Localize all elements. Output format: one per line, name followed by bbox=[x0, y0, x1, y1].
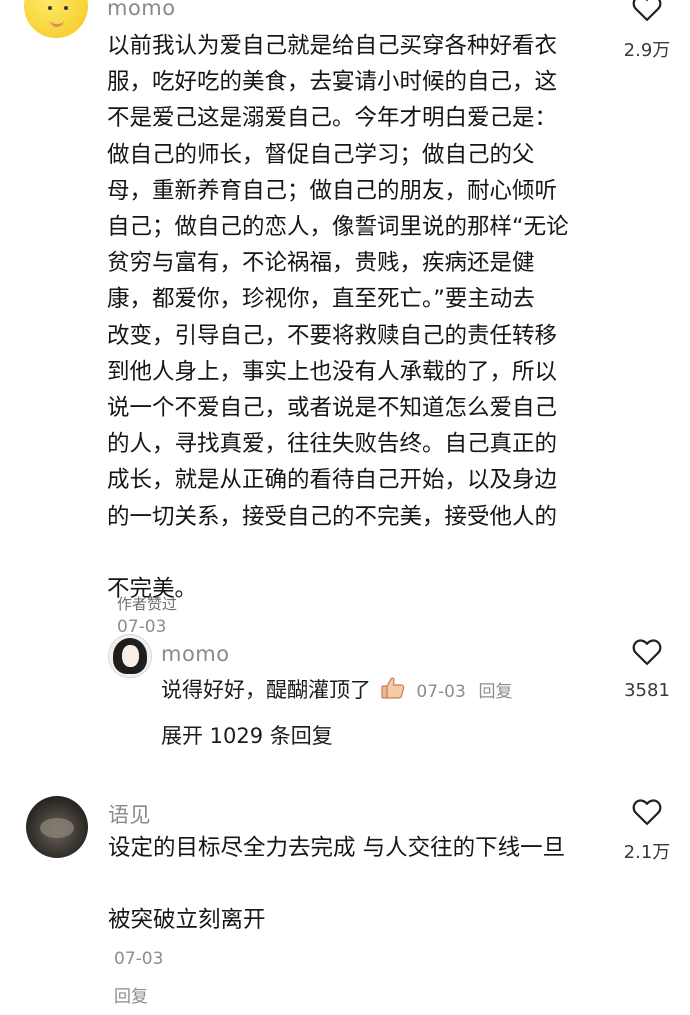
comment-date: 07-03 bbox=[416, 682, 466, 702]
comment-username[interactable]: 语见 bbox=[108, 799, 151, 829]
comment-text: 说得好好，醍醐灌顶了 bbox=[161, 678, 371, 702]
comment-text-last-line: 被突破立刻离开 07-03 回复 bbox=[108, 866, 608, 1015]
comment-text-line: 被突破立刻离开 bbox=[108, 907, 266, 934]
comment-body: 以前我认为爱自己就是给自己买穿各种好看衣 服，吃好吃的美食，去宴请小时候的自己，… bbox=[107, 28, 607, 684]
like-button[interactable] bbox=[624, 638, 670, 670]
comment-text-line: 服，吃好吃的美食，去宴请小时候的自己，这 bbox=[107, 69, 558, 96]
comment-text-line: 改变，引导自己，不要将救赎自己的责任转移 bbox=[107, 322, 558, 349]
comment-text-line: 做自己的师长，督促自己学习；做自己的父 bbox=[107, 141, 535, 168]
author-liked-badge: 作者赞过 bbox=[117, 595, 178, 613]
avatar[interactable] bbox=[24, 0, 88, 38]
avatar[interactable] bbox=[26, 796, 88, 858]
comment-text-line: 以前我认为爱自己就是给自己买穿各种好看衣 bbox=[107, 33, 558, 59]
comment-body: 设定的目标尽全力去完成 与人交往的下线一旦 被突破立刻离开 07-03 回复 bbox=[108, 830, 608, 1015]
comment-text-line: 的人，寻找真爱，往往失败告终。自己真正的 bbox=[107, 431, 558, 458]
reply-button[interactable]: 回复 bbox=[478, 682, 512, 702]
comment-username[interactable]: momo bbox=[161, 642, 230, 666]
comment-text-line: 自己；做自己的恋人，像誓词里说的那样“无论 bbox=[107, 214, 569, 241]
like-count: 3581 bbox=[624, 680, 670, 701]
comment-text-line: 设定的目标尽全力去完成 与人交往的下线一旦 bbox=[108, 835, 566, 861]
reply-body: 说得好好，醍醐灌顶了 07-03 回复 bbox=[161, 673, 601, 709]
comment-text-line: 到他人身上，事实上也没有人承载的了，所以 bbox=[107, 358, 558, 385]
like-count: 2.1万 bbox=[623, 842, 671, 863]
heart-outline-icon[interactable] bbox=[632, 638, 662, 666]
comment-text-line: 康，都爱你，珍视你，直至死亡。”要主动去 bbox=[107, 286, 535, 313]
like-count: 2.9万 bbox=[623, 40, 671, 61]
comment-date: 07-03 bbox=[114, 948, 164, 969]
heart-outline-icon[interactable] bbox=[632, 798, 662, 826]
comment-text-line: 贫穷与富有，不论祸福，贵贱，疾病还是健 bbox=[107, 250, 535, 277]
comment-text-line: 母，重新养育自己；做自己的朋友，耐心倾听 bbox=[107, 177, 558, 204]
avatar[interactable] bbox=[108, 634, 152, 678]
like-button[interactable] bbox=[624, 0, 670, 26]
expand-replies-button[interactable]: 展开 1029 条回复 bbox=[161, 720, 333, 750]
comment-text-line: 成长，就是从正确的看待自己开始，以及身边 bbox=[107, 467, 558, 494]
comment-username[interactable]: momo bbox=[107, 0, 176, 20]
comment-text-line: 的一切关系，接受自己的不完美，接受他人的 bbox=[107, 503, 558, 530]
heart-outline-icon[interactable] bbox=[632, 0, 662, 22]
comment-text-line: 说一个不爱自己，或者说是不知道怎么爱自己 bbox=[107, 395, 558, 422]
thumbs-up-emoji bbox=[381, 677, 404, 699]
like-button[interactable] bbox=[624, 798, 670, 830]
comment-text-line: 不是爱己这是溺爱自己。今年才明白爱己是： bbox=[107, 105, 558, 132]
reply-button[interactable]: 回复 bbox=[114, 987, 148, 1007]
